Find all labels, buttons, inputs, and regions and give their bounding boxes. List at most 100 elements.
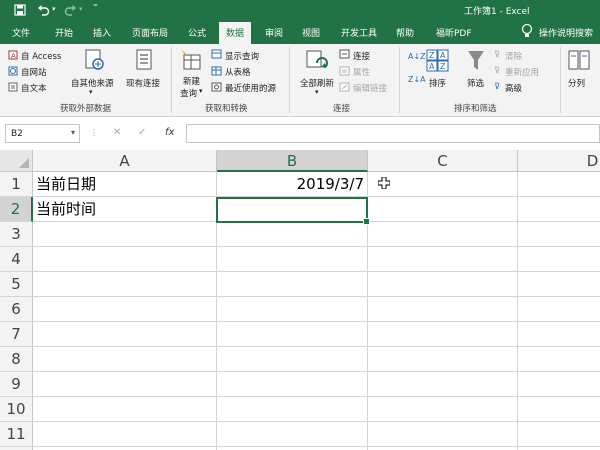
cell-d2[interactable] <box>518 197 600 222</box>
table-row[interactable] <box>33 422 600 447</box>
group-separator <box>289 47 290 113</box>
tab-help[interactable]: 帮助 <box>396 26 414 39</box>
lightbulb-icon <box>521 23 533 37</box>
row-header-4[interactable]: 4 <box>0 247 33 272</box>
row-header-3[interactable]: 3 <box>0 222 33 247</box>
row-header-1[interactable]: 1 <box>0 172 33 197</box>
undo-icon[interactable] <box>37 4 50 16</box>
select-all-button[interactable] <box>0 150 33 172</box>
connections-button[interactable]: 连接 <box>353 50 370 62</box>
row-header-7[interactable]: 7 <box>0 322 33 347</box>
refresh-all-dropdown-icon: ▾ <box>315 88 319 96</box>
properties-icon <box>339 66 350 76</box>
column-header-b[interactable]: B <box>217 150 368 172</box>
column-header-d[interactable]: D <box>518 150 600 172</box>
table-row[interactable] <box>33 297 600 322</box>
formula-bar: B2 ▾ ⋮ ✕ ✓ fx <box>0 117 600 150</box>
other-sources-dropdown-icon: ▾ <box>89 88 93 96</box>
edit-links-button: 编辑链接 <box>353 84 388 94</box>
cell-b1[interactable]: 2019/3/7 <box>217 172 368 197</box>
cell-c2[interactable] <box>368 197 518 222</box>
text-to-columns-icon <box>568 50 590 70</box>
table-row[interactable] <box>33 372 600 397</box>
row-header-2[interactable]: 2 <box>0 197 33 222</box>
svg-text:A: A <box>429 62 435 71</box>
tab-file[interactable]: 文件 <box>12 26 30 39</box>
active-cell-selection[interactable] <box>216 197 370 225</box>
svg-text:Z: Z <box>429 51 435 60</box>
cell-d1[interactable] <box>518 172 600 197</box>
table-row[interactable] <box>33 247 600 272</box>
row-header-8[interactable]: 8 <box>0 347 33 372</box>
recent-sources-button[interactable]: 最近使用的源 <box>225 82 276 94</box>
redo-icon[interactable] <box>64 4 77 16</box>
from-text-button[interactable]: 自文本 <box>21 82 47 94</box>
table-row[interactable] <box>33 272 600 297</box>
svg-text:A: A <box>440 51 446 60</box>
group-separator <box>171 47 172 113</box>
insert-function-button[interactable]: fx <box>165 127 174 138</box>
tab-insert[interactable]: 插入 <box>93 26 111 39</box>
table-row[interactable] <box>33 222 600 247</box>
other-sources-icon <box>85 49 104 70</box>
existing-connections-icon <box>136 49 152 70</box>
from-access-button[interactable]: 自 Access <box>21 50 61 62</box>
formula-input[interactable] <box>186 124 600 143</box>
filter-icon <box>468 51 484 70</box>
advanced-filter-button[interactable]: 高级 <box>505 82 522 94</box>
cell-a1[interactable]: 当前日期 <box>33 172 217 197</box>
new-query-icon <box>182 50 201 70</box>
row-header-11[interactable]: 11 <box>0 422 33 447</box>
column-header-c[interactable]: C <box>368 150 518 172</box>
group-get-transform: 获取和转换 <box>205 104 248 114</box>
column-header-a[interactable]: A <box>33 150 217 172</box>
cell-c1[interactable] <box>368 172 518 197</box>
recent-sources-icon <box>211 82 222 92</box>
group-get-external-data: 获取外部数据 <box>60 104 112 114</box>
tab-page-layout[interactable]: 页面布局 <box>132 26 168 39</box>
sort-descending-icon[interactable]: Z↓A <box>408 75 426 84</box>
table-row[interactable] <box>33 397 600 422</box>
tab-home[interactable]: 开始 <box>55 26 73 39</box>
tell-me-search[interactable]: 操作说明搜索 <box>539 26 593 39</box>
table-row[interactable] <box>33 347 600 372</box>
reapply-button: 重新应用 <box>505 68 540 78</box>
tab-review[interactable]: 审阅 <box>265 26 283 39</box>
filter-button[interactable]: 筛选 <box>467 77 484 89</box>
text-file-icon <box>8 82 18 92</box>
tab-formulas[interactable]: 公式 <box>188 26 206 39</box>
new-query-button[interactable]: 新建 <box>183 75 200 87</box>
formula-bar-handle-icon[interactable]: ⋮ <box>90 128 98 137</box>
show-queries-button[interactable]: 显示查询 <box>225 50 259 62</box>
row-header-10[interactable]: 10 <box>0 397 33 422</box>
show-queries-icon <box>211 49 222 59</box>
window-title: 工作簿1 - Excel <box>464 7 530 17</box>
worksheet-grid[interactable]: A B C D 1 2 3 4 5 6 7 8 9 10 11 12 当前日期 … <box>0 150 600 450</box>
reapply-icon: ⊽ <box>494 66 501 76</box>
row-header-6[interactable]: 6 <box>0 297 33 322</box>
row-header-5[interactable]: 5 <box>0 272 33 297</box>
existing-connections-button[interactable]: 现有连接 <box>126 77 160 89</box>
tab-foxit-pdf[interactable]: 福昕PDF <box>436 26 472 39</box>
sort-ascending-icon[interactable]: A↓Z <box>408 52 426 61</box>
new-query-label-line2: 查询 <box>180 89 198 99</box>
properties-button: 属性 <box>353 68 371 78</box>
name-box[interactable]: B2 ▾ <box>5 124 80 143</box>
text-to-columns-button[interactable]: 分列 <box>568 77 585 89</box>
name-box-dropdown-icon[interactable]: ▾ <box>71 128 75 137</box>
gridline <box>216 222 217 450</box>
table-row[interactable] <box>33 322 600 347</box>
tab-data[interactable]: 数据 <box>219 22 252 44</box>
tab-developer[interactable]: 开发工具 <box>341 26 377 39</box>
undo-dropdown-icon[interactable]: ▾ <box>52 5 56 13</box>
tab-view[interactable]: 视图 <box>302 26 320 39</box>
row-header-9[interactable]: 9 <box>0 372 33 397</box>
from-table-button[interactable]: 从表格 <box>225 66 251 78</box>
redo-dropdown-icon: ▾ <box>79 5 83 13</box>
from-web-button[interactable]: 自网站 <box>21 66 47 78</box>
save-icon[interactable] <box>14 4 26 16</box>
cell-cursor-icon <box>378 177 390 189</box>
cell-a2[interactable]: 当前时间 <box>33 197 217 222</box>
customize-dropdown-icon[interactable]: ⁼ <box>93 3 98 13</box>
sort-button[interactable]: 排序 <box>429 77 446 89</box>
